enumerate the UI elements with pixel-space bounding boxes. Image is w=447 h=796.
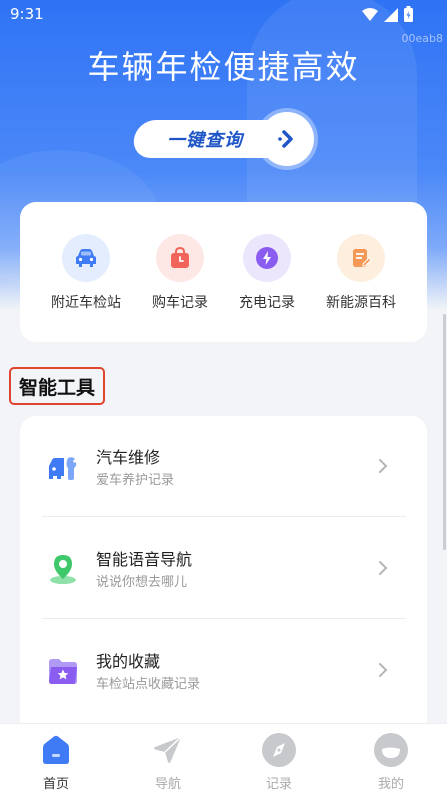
hero-title: 车辆年检便捷高效	[87, 48, 360, 86]
tab-label: 首页	[42, 777, 69, 792]
quick-action-purchase-record[interactable]: 购车记录	[132, 234, 228, 312]
tool-title: 我的收藏	[96, 652, 161, 671]
chevron-right-icon	[379, 663, 388, 677]
tool-item-favorites[interactable]: 我的收藏 车检站点收藏记录	[20, 620, 427, 720]
tool-title: 汽车维修	[96, 448, 161, 467]
tool-item-car-repair[interactable]: 汽车维修 爱车养护记录	[20, 416, 427, 516]
wifi-icon	[362, 7, 378, 26]
tool-subtitle: 爱车养护记录	[96, 473, 175, 488]
chevron-right-icon	[379, 561, 388, 575]
profile-icon	[373, 732, 409, 768]
one-key-query-pill[interactable]: 一键查询	[131, 120, 279, 158]
tab-navigation[interactable]: 导航	[128, 732, 208, 792]
tool-subtitle: 说说你想去哪儿	[96, 575, 188, 590]
tab-label: 记录	[265, 777, 292, 792]
divider	[42, 516, 406, 517]
quick-action-label: 附近车检站	[51, 295, 121, 311]
tab-home[interactable]: 首页	[16, 732, 96, 792]
tool-item-voice-navigation[interactable]: 智能语音导航 说说你想去哪儿	[20, 518, 427, 618]
tab-records[interactable]: 记录	[239, 732, 319, 792]
map-pin-icon	[46, 552, 80, 586]
folder-star-icon	[46, 654, 80, 688]
smart-tools-card: 汽车维修 爱车养护记录 智能语音导航 说说你想去哪儿 我的收藏 车检站点收藏记录	[20, 416, 427, 736]
quick-action-nearby-station[interactable]: 附近车检站	[38, 234, 134, 312]
quick-action-label: 新能源百科	[326, 295, 396, 311]
shopping-bag-icon	[156, 234, 204, 282]
scrollbar[interactable]	[443, 314, 446, 550]
quick-action-charging-record[interactable]: 充电记录	[219, 234, 315, 312]
section-title-smart-tools: 智能工具	[9, 367, 105, 405]
chevron-right-icon	[379, 459, 388, 473]
divider	[42, 618, 406, 619]
signal-icon	[384, 7, 398, 26]
tab-label: 我的	[377, 777, 404, 792]
quick-action-ev-encyclopedia[interactable]: 新能源百科	[313, 234, 409, 312]
status-bar: 9:31	[0, 0, 447, 30]
bottom-tab-bar: 首页 导航 记录 我的	[0, 723, 447, 796]
status-time: 9:31	[10, 5, 44, 23]
status-icons	[362, 6, 413, 26]
one-key-query-label: 一键查询	[167, 130, 243, 151]
home-icon	[38, 732, 74, 768]
quick-action-label: 购车记录	[152, 295, 208, 311]
arrow-right-icon[interactable]	[260, 112, 314, 166]
navigation-icon	[150, 732, 186, 768]
tool-subtitle: 车检站点收藏记录	[96, 677, 201, 692]
quick-action-label: 充电记录	[239, 295, 295, 311]
document-edit-icon	[337, 234, 385, 282]
compass-icon	[261, 732, 297, 768]
car-icon	[62, 234, 110, 282]
car-repair-icon	[46, 450, 80, 484]
battery-icon	[404, 6, 413, 26]
one-key-query-button[interactable]: 一键查询	[131, 112, 314, 166]
tab-profile[interactable]: 我的	[351, 732, 431, 792]
lightning-icon	[243, 234, 291, 282]
tab-label: 导航	[154, 777, 181, 792]
tool-title: 智能语音导航	[96, 550, 193, 569]
quick-actions-card: 附近车检站 购车记录 充电记录 新能源百科	[20, 202, 427, 342]
